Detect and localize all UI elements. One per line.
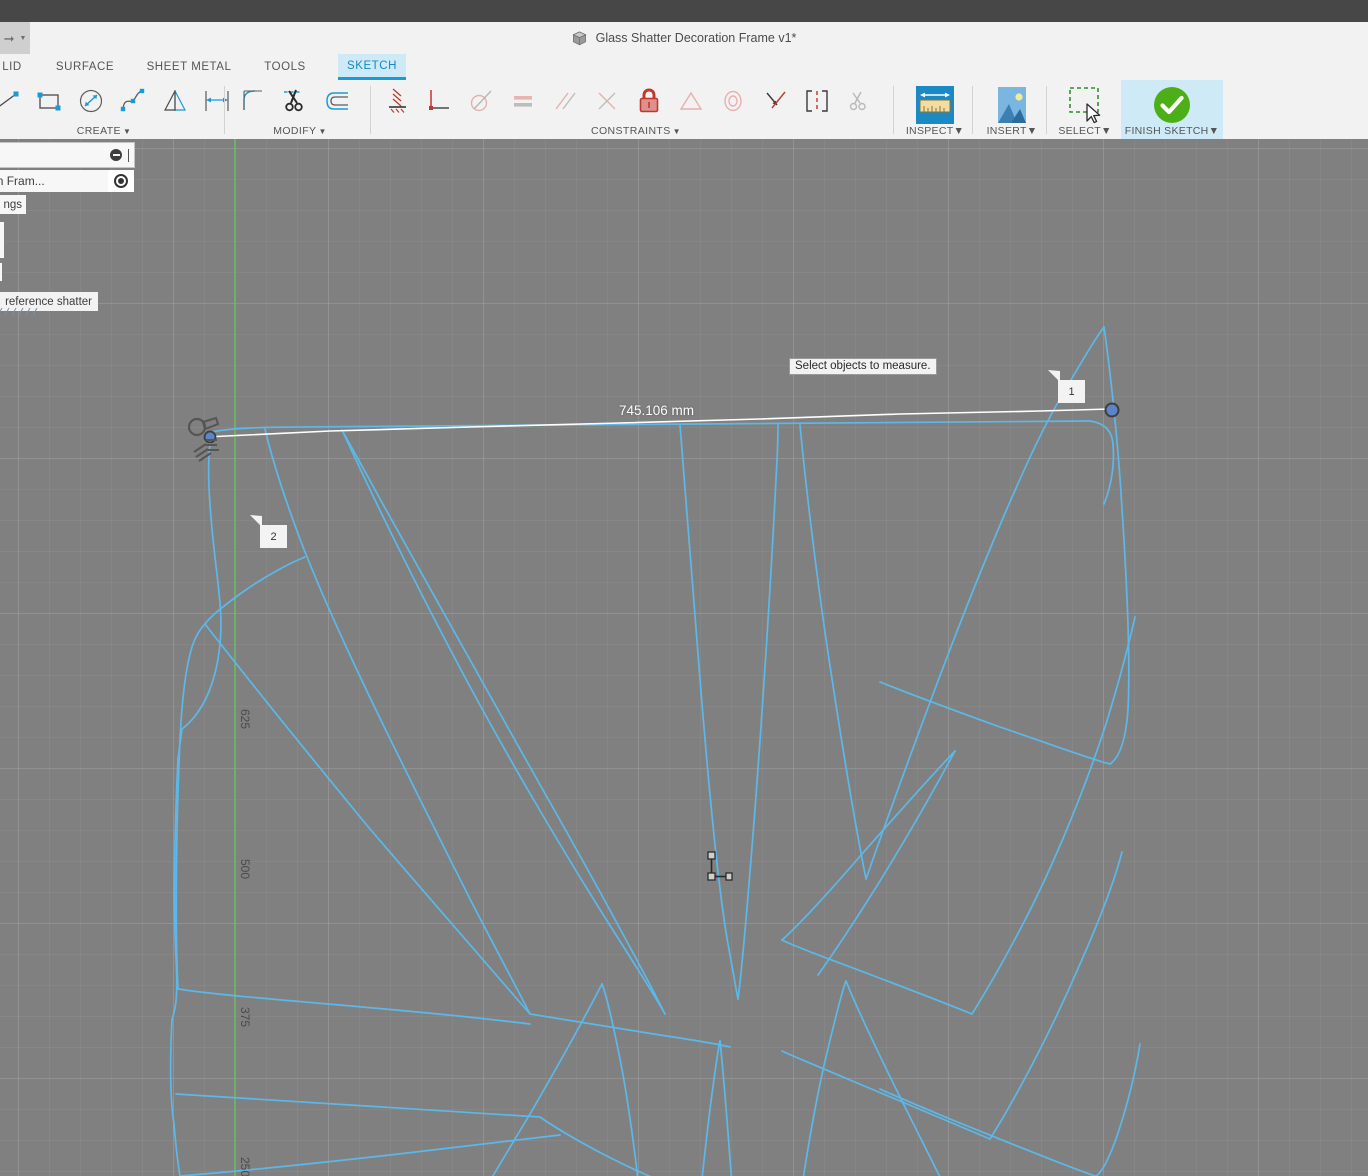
finish-sketch-label-text: FINISH SKETCH: [1125, 125, 1209, 137]
forward-arrow-icon[interactable]: ➞: [4, 32, 15, 45]
perpendicular-icon[interactable]: [586, 80, 628, 122]
offset-icon[interactable]: [316, 80, 358, 122]
line-icon[interactable]: [0, 80, 28, 122]
sketch-canvas[interactable]: 625 500 375 250: [0, 139, 1368, 1176]
tab-solid[interactable]: LID: [0, 54, 34, 80]
tab-surface[interactable]: SURFACE: [42, 54, 128, 80]
select-button-label[interactable]: SELECT▼: [1049, 125, 1121, 137]
callout-fold-icon: [1048, 370, 1060, 382]
nav-forward-chip[interactable]: ➞ ▼: [0, 22, 30, 54]
chevron-down-icon[interactable]: ▼: [1209, 125, 1220, 137]
panel-modify-label[interactable]: MODIFY▼: [232, 125, 368, 137]
panel-divider: [972, 86, 973, 134]
callout-1-text: 1: [1068, 386, 1074, 398]
axis-label-625: 625: [238, 709, 252, 729]
chevron-down-icon[interactable]: ▼: [123, 127, 131, 136]
window-top-bar: [0, 0, 1368, 22]
chevron-down-icon[interactable]: ▼: [1101, 125, 1112, 137]
browser-subitem-row[interactable]: ngs: [0, 195, 26, 214]
inspect-button[interactable]: INSPECT▼: [899, 80, 971, 139]
minus-circle-icon[interactable]: [110, 149, 122, 161]
callout-marker-1[interactable]: 1: [1058, 380, 1085, 403]
ribbon-tab-strip: LID SURFACE SHEET METAL TOOLS SKETCH: [0, 54, 1368, 80]
panel-create-text: CREATE: [77, 125, 121, 137]
chevron-down-icon[interactable]: ▼: [1027, 125, 1038, 137]
concentric-icon[interactable]: [712, 80, 754, 122]
panel-modify: MODIFY▼: [232, 80, 368, 139]
origin-point-icon: [186, 414, 232, 464]
inspect-label-text: INSPECT: [906, 125, 954, 137]
dimension-value-label: 745.106 mm: [619, 403, 694, 418]
title-row: [0, 22, 1368, 54]
tab-sheet-metal[interactable]: SHEET METAL: [136, 54, 242, 80]
select-label-text: SELECT: [1058, 125, 1101, 137]
callout-2-text: 2: [270, 531, 276, 543]
insert-button-label[interactable]: INSERT▼: [976, 125, 1048, 137]
fillet-icon[interactable]: [232, 80, 274, 122]
chevron-down-icon[interactable]: ▼: [318, 127, 326, 136]
tab-tools[interactable]: TOOLS: [248, 54, 322, 80]
fix-unfix-icon[interactable]: [376, 80, 418, 122]
panel-constraints-text: CONSTRAINTS: [591, 125, 671, 137]
select-button[interactable]: SELECT▼: [1049, 80, 1121, 139]
panel-create: CREATE▼: [0, 80, 222, 139]
break-scissors-icon: [838, 80, 880, 122]
chevron-down-icon[interactable]: ▼: [19, 35, 26, 42]
curvature-icon[interactable]: [754, 80, 796, 122]
panel-modify-text: MODIFY: [273, 125, 316, 137]
lock-icon[interactable]: [628, 80, 670, 122]
axis-label-375: 375: [238, 1007, 252, 1027]
measure-tooltip: Select objects to measure.: [789, 358, 937, 375]
triangle-icon[interactable]: [670, 80, 712, 122]
text-caret: [128, 149, 129, 162]
symmetry-icon[interactable]: [796, 80, 838, 122]
visibility-eye-icon[interactable]: [108, 170, 134, 192]
parallel-icon[interactable]: [544, 80, 586, 122]
panel-constraints-label[interactable]: CONSTRAINTS▼: [516, 125, 756, 137]
panel-divider: [370, 86, 371, 134]
finish-sketch-button[interactable]: FINISH SKETCH▼: [1121, 80, 1223, 139]
panel-divider: [893, 86, 894, 134]
callout-fold-icon: [250, 515, 262, 527]
mirror-icon[interactable]: [154, 80, 196, 122]
sketch-underline-decoration: [0, 308, 40, 316]
tab-sketch[interactable]: SKETCH: [338, 54, 406, 80]
browser-search-field[interactable]: [0, 142, 135, 168]
insert-button[interactable]: INSERT▼: [976, 80, 1048, 139]
browser-tree-spacer: [0, 222, 4, 258]
axis-label-250: 250: [238, 1157, 252, 1176]
tangent-icon[interactable]: [460, 80, 502, 122]
browser-component-label: r Decoration Fram...: [0, 174, 108, 188]
panel-divider: [224, 86, 225, 134]
horizontal-vertical-icon[interactable]: [418, 80, 460, 122]
circle-icon[interactable]: [70, 80, 112, 122]
panel-constraints: CONSTRAINTS▼: [376, 80, 886, 139]
axis-label-500: 500: [238, 859, 252, 879]
insert-label-text: INSERT: [987, 125, 1027, 137]
glass-shatter-sketch-geometry[interactable]: [0, 139, 1368, 1176]
browser-tree-spacer-2: [0, 263, 2, 281]
callout-marker-2[interactable]: 2: [260, 525, 287, 548]
browser-component-row[interactable]: r Decoration Fram...: [0, 170, 134, 192]
measure-cursor-icon: [703, 851, 733, 887]
trim-scissors-icon[interactable]: [274, 80, 316, 122]
inspect-button-label[interactable]: INSPECT▼: [899, 125, 971, 137]
chevron-down-icon[interactable]: ▼: [673, 127, 681, 136]
equal-icon[interactable]: [502, 80, 544, 122]
panel-create-label[interactable]: CREATE▼: [0, 125, 222, 137]
panel-divider: [1046, 86, 1047, 134]
finish-sketch-button-label[interactable]: FINISH SKETCH▼: [1121, 125, 1223, 137]
ribbon: LID SURFACE SHEET METAL TOOLS SKETCH: [0, 54, 1368, 139]
rectangle-icon[interactable]: [28, 80, 70, 122]
spline-icon[interactable]: [112, 80, 154, 122]
chevron-down-icon[interactable]: ▼: [953, 125, 964, 137]
